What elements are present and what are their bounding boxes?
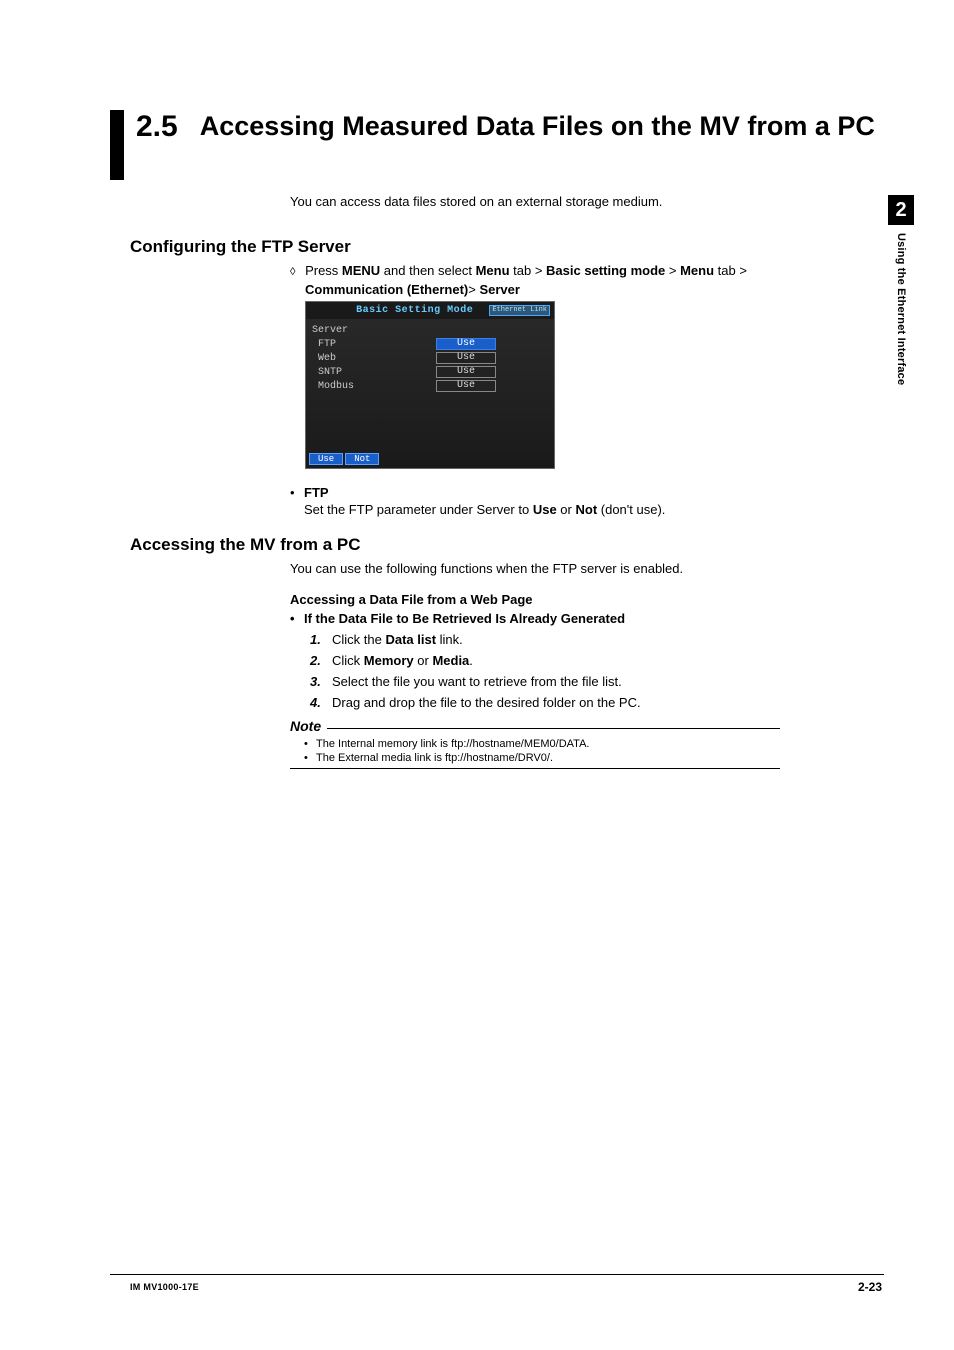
subheading: Accessing a Data File from a Web Page <box>290 592 884 607</box>
instruction-line: ◊ Press MENU and then select Menu tab > … <box>290 263 884 278</box>
section-heading: Accessing Measured Data Files on the MV … <box>200 110 875 144</box>
group-label: Server <box>312 325 372 336</box>
step-list: 1.Click the Data list link. 2.Click Memo… <box>310 632 884 710</box>
subsection-heading: Configuring the FTP Server <box>130 237 884 257</box>
step: 2.Click Memory or Media. <box>310 653 884 668</box>
row-value[interactable]: Use <box>436 338 496 350</box>
diamond-icon: ◊ <box>290 266 295 278</box>
device-screenshot: Basic Setting Mode Ethernet Link Server … <box>305 301 555 469</box>
ftp-description: Set the FTP parameter under Server to Us… <box>304 502 884 517</box>
condition-bullet: •If the Data File to Be Retrieved Is Alr… <box>290 611 884 626</box>
ftp-bullet: •FTP Set the FTP parameter under Server … <box>290 485 884 517</box>
chapter-number: 2 <box>888 195 914 225</box>
footer-doc-id: IM MV1000-17E <box>130 1282 199 1292</box>
device-title: Basic Setting Mode <box>340 305 489 316</box>
row-label: Modbus <box>312 381 372 392</box>
divider <box>327 728 780 729</box>
intro-text: You can access data files stored on an e… <box>290 194 884 209</box>
ethernet-link-badge: Ethernet Link <box>489 305 550 316</box>
section2-intro: You can use the following functions when… <box>290 561 884 576</box>
note-title: Note <box>290 718 321 734</box>
footer-divider <box>110 1274 884 1275</box>
row-label: Web <box>312 353 372 364</box>
row-value[interactable]: Use <box>436 366 496 378</box>
row-label: FTP <box>312 339 372 350</box>
footer-page-num: 2-23 <box>858 1280 882 1294</box>
breadcrumb: Communication (Ethernet)> Server <box>305 282 884 297</box>
step: 4.Drag and drop the file to the desired … <box>310 695 884 710</box>
subsection-heading: Accessing the MV from a PC <box>130 535 884 555</box>
step: 3.Select the file you want to retrieve f… <box>310 674 884 689</box>
row-value[interactable]: Use <box>436 380 496 392</box>
chapter-tab: 2 Using the Ethernet Interface <box>888 195 914 385</box>
note-block: Note •The Internal memory link is ftp://… <box>290 718 780 769</box>
row-label: SNTP <box>312 367 372 378</box>
row-value[interactable]: Use <box>436 352 496 364</box>
section-title: 2.5 Accessing Measured Data Files on the… <box>110 110 884 180</box>
step: 1.Click the Data list link. <box>310 632 884 647</box>
note-item: •The External media link is ftp://hostna… <box>304 752 780 764</box>
title-bar <box>110 110 124 180</box>
not-button[interactable]: Not <box>345 453 379 465</box>
note-item: •The Internal memory link is ftp://hostn… <box>304 738 780 750</box>
chapter-title: Using the Ethernet Interface <box>895 233 907 385</box>
divider <box>290 768 780 769</box>
use-button[interactable]: Use <box>309 453 343 465</box>
section-number: 2.5 <box>136 110 178 143</box>
